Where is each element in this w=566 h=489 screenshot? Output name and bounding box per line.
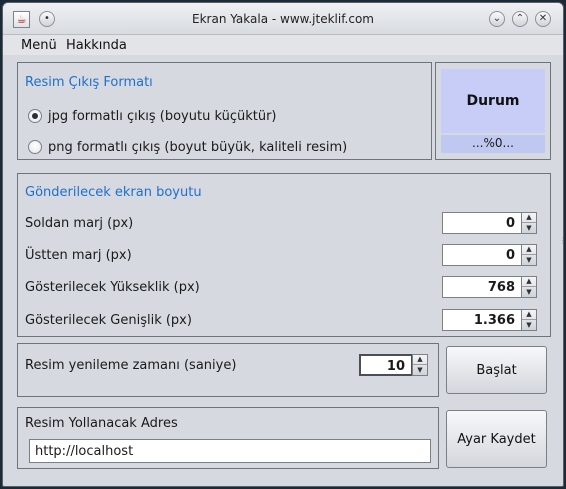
- minimize-icon[interactable]: ⌄: [489, 11, 505, 27]
- arrow-up-icon[interactable]: ▲: [522, 245, 536, 255]
- left-margin-label: Soldan marj (px): [25, 216, 134, 231]
- top-margin-spinner[interactable]: 0 ▲ ▼: [442, 244, 538, 266]
- maximize-icon[interactable]: ⌃: [512, 11, 528, 27]
- left-margin-field[interactable]: 0: [442, 212, 522, 234]
- app-window: ☕ • Ekran Yakala - www.jteklif.com ⌄ ⌃ ✕…: [2, 2, 564, 487]
- address-panel-title: Resim Yollanacak Adres: [25, 416, 178, 431]
- jpg-radio[interactable]: [28, 109, 42, 123]
- width-label: Gösterilecek Genişlik (px): [25, 313, 192, 328]
- top-margin-field[interactable]: 0: [442, 244, 522, 266]
- jpg-radio-label[interactable]: jpg formatlı çıkış (boyutu küçüktür): [48, 109, 277, 124]
- close-icon[interactable]: ✕: [535, 11, 551, 27]
- format-panel: Resim Çıkış Formatı jpg formatlı çıkış (…: [17, 62, 432, 160]
- resize-grip[interactable]: ⋮: [559, 237, 563, 249]
- size-panel: Gönderilecek ekran boyutu Soldan marj (p…: [17, 173, 551, 337]
- refresh-arrows[interactable]: ▲ ▼: [412, 354, 428, 376]
- arrow-down-icon[interactable]: ▼: [522, 223, 536, 233]
- left-margin-arrows[interactable]: ▲ ▼: [521, 212, 537, 234]
- progress-text: ...%0...: [441, 135, 545, 153]
- left-margin-spinner[interactable]: 0 ▲ ▼: [442, 212, 538, 234]
- top-margin-arrows[interactable]: ▲ ▼: [521, 244, 537, 266]
- refresh-label: Resim yenileme zamanı (saniye): [25, 358, 237, 373]
- status-label: Durum: [441, 69, 545, 133]
- save-settings-button[interactable]: Ayar Kaydet: [446, 410, 547, 468]
- title-bar[interactable]: ☕ • Ekran Yakala - www.jteklif.com ⌄ ⌃ ✕: [3, 3, 563, 35]
- address-input[interactable]: http://localhost: [29, 439, 431, 463]
- format-panel-title: Resim Çıkış Formatı: [25, 75, 153, 90]
- top-margin-label: Üstten marj (px): [25, 248, 132, 263]
- refresh-panel: Resim yenileme zamanı (saniye) 10 ▲ ▼: [17, 343, 439, 397]
- arrow-down-icon[interactable]: ▼: [413, 365, 427, 375]
- refresh-spinner[interactable]: 10 ▲ ▼: [359, 354, 429, 376]
- arrow-up-icon[interactable]: ▲: [522, 277, 536, 287]
- png-radio-label[interactable]: png formatlı çıkış (boyut büyük, kalitel…: [48, 140, 347, 155]
- height-label: Gösterilecek Yükseklik (px): [25, 280, 200, 295]
- arrow-down-icon[interactable]: ▼: [522, 255, 536, 265]
- width-spinner[interactable]: 1.366 ▲ ▼: [442, 309, 538, 331]
- arrow-up-icon[interactable]: ▲: [522, 310, 536, 320]
- png-radio[interactable]: [28, 140, 42, 154]
- height-arrows[interactable]: ▲ ▼: [521, 276, 537, 298]
- menu-item-about[interactable]: Hakkında: [66, 38, 127, 53]
- arrow-down-icon[interactable]: ▼: [522, 320, 536, 330]
- window-title: Ekran Yakala - www.jteklif.com: [192, 12, 374, 26]
- size-panel-title: Gönderilecek ekran boyutu: [25, 185, 202, 200]
- menu-bar: Menü Hakkında: [3, 35, 563, 55]
- refresh-field[interactable]: 10: [359, 354, 413, 376]
- arrow-up-icon[interactable]: ▲: [522, 213, 536, 223]
- arrow-down-icon[interactable]: ▼: [522, 287, 536, 297]
- height-spinner[interactable]: 768 ▲ ▼: [442, 276, 538, 298]
- menu-item-menu[interactable]: Menü: [21, 38, 57, 53]
- width-field[interactable]: 1.366: [442, 309, 522, 331]
- height-field[interactable]: 768: [442, 276, 522, 298]
- width-arrows[interactable]: ▲ ▼: [521, 309, 537, 331]
- arrow-up-icon[interactable]: ▲: [413, 355, 427, 365]
- start-button[interactable]: Başlat: [446, 346, 547, 394]
